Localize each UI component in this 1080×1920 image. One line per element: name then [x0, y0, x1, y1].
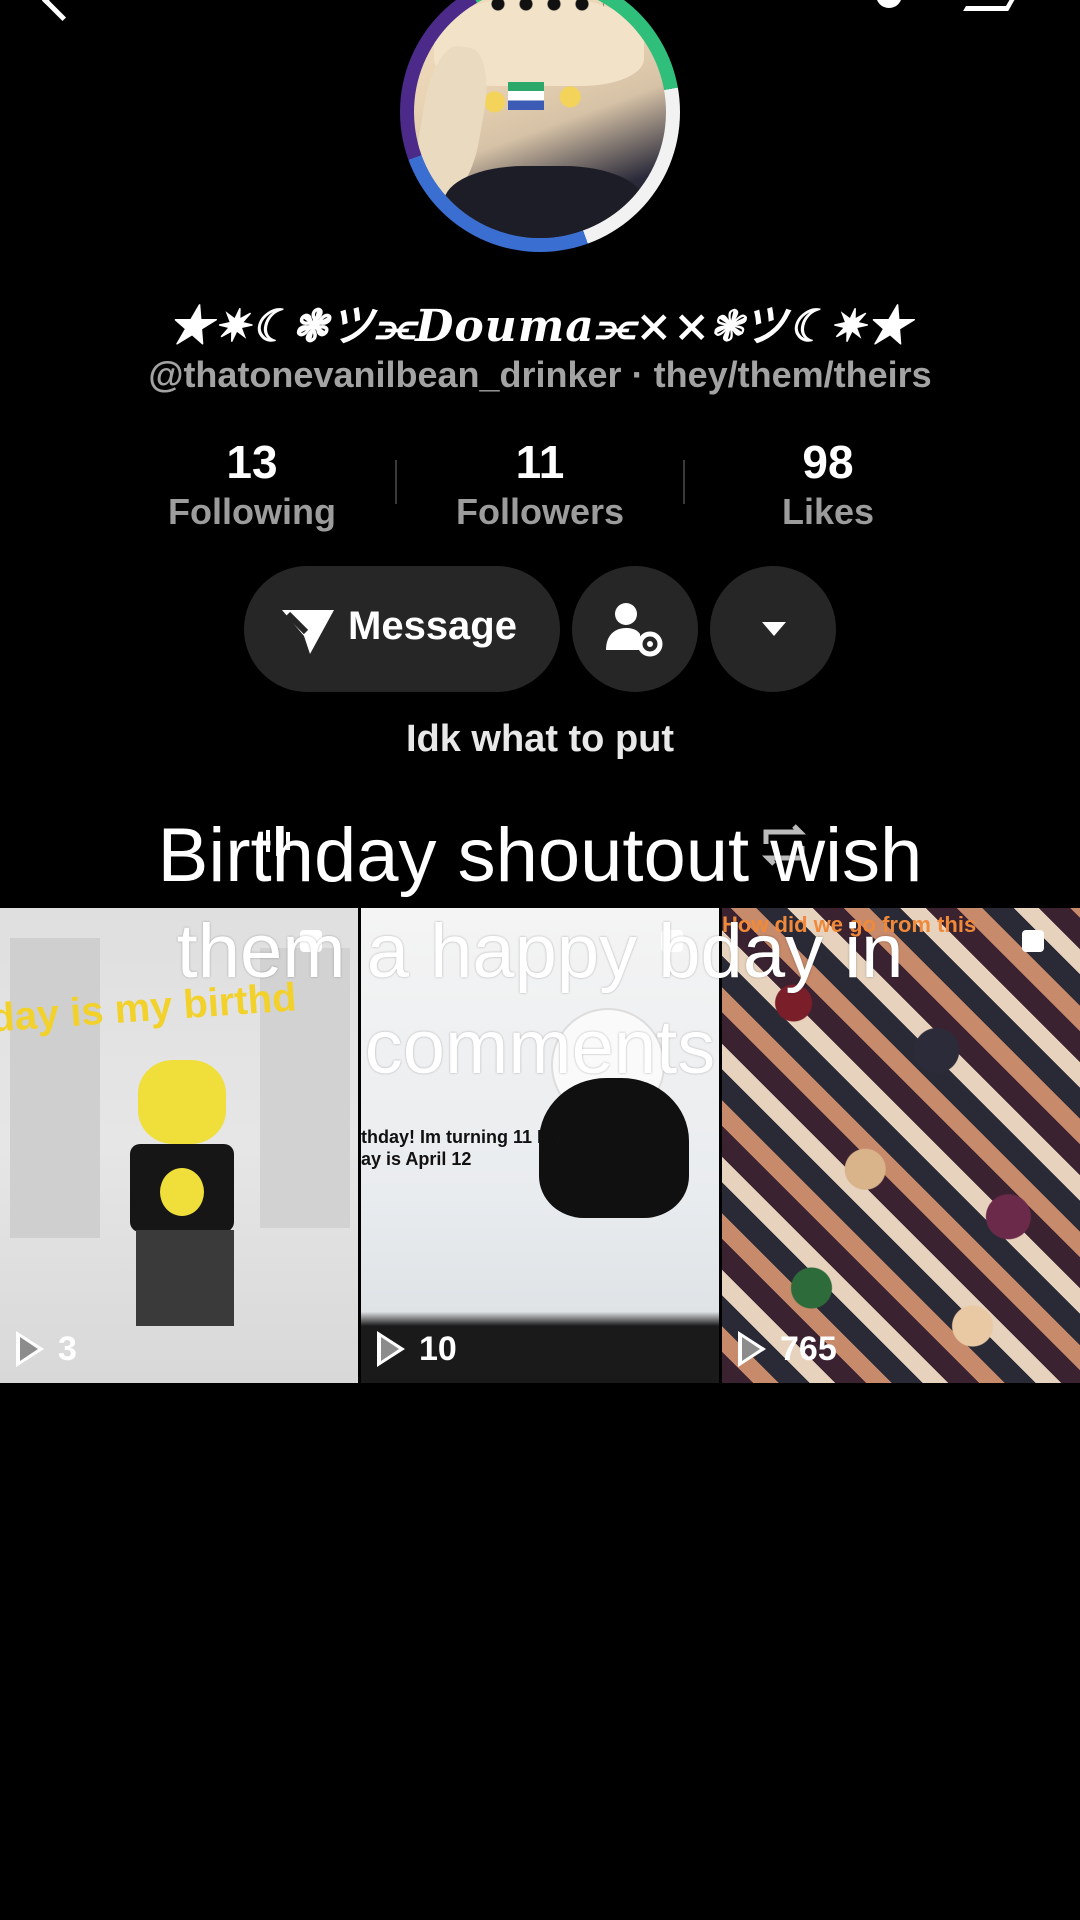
pride-flag-icon	[508, 82, 544, 110]
share-icon[interactable]	[963, 0, 1018, 11]
view-count: 3	[16, 1327, 77, 1371]
stat-value: 13	[226, 436, 278, 488]
avatar-image	[414, 0, 666, 238]
message-button[interactable]: Message	[244, 566, 560, 692]
username-handle: @thatonevanilbean_drinker	[148, 354, 622, 395]
view-count: 10	[377, 1327, 457, 1371]
stat-label: Likes	[781, 491, 875, 532]
stat-value: 11	[515, 436, 565, 488]
caret-down-icon	[762, 622, 786, 636]
overlay-caption: Birthday shoutout wish them a happy bday…	[157, 813, 923, 1090]
message-button-label: Message	[348, 604, 517, 648]
bio: Idk what to put	[405, 718, 675, 760]
view-count-value: 3	[58, 1329, 77, 1368]
back-arrow-icon[interactable]	[41, 0, 84, 22]
play-icon	[377, 1331, 405, 1367]
bell-icon[interactable]	[876, 0, 902, 8]
view-count-value: 765	[780, 1329, 837, 1368]
stat-likes[interactable]: 98 Likes	[684, 436, 972, 536]
person-gear-icon	[606, 603, 663, 657]
stat-value: 98	[802, 436, 854, 488]
profile-page: ★✷☾❃ツ⫘Douma⫘××❃ツ☾✷★ @thatonevanilbean_dr…	[0, 0, 1080, 1920]
pin-icon	[1022, 930, 1044, 952]
stat-label: Following	[168, 491, 336, 532]
stat-label: Followers	[455, 491, 625, 532]
pronouns: · they/them/theirs	[631, 354, 932, 395]
avatar[interactable]	[400, 0, 680, 252]
stats-bar: 13 Following 11 Followers 98 Likes	[0, 436, 1080, 536]
play-icon	[16, 1331, 44, 1367]
stat-followers[interactable]: 11 Followers	[396, 436, 684, 536]
view-count: 765	[738, 1327, 837, 1371]
profile-actions: Message	[0, 566, 1080, 692]
play-icon	[738, 1331, 766, 1367]
send-icon	[282, 610, 334, 654]
thumbnail-caption: thday! Im turning 11 My ay is April 12	[361, 1127, 563, 1169]
more-options-button[interactable]	[710, 566, 836, 692]
view-count-value: 10	[419, 1329, 457, 1368]
display-name: ★✷☾❃ツ⫘Douma⫘××❃ツ☾✷★	[168, 301, 912, 352]
stat-following[interactable]: 13 Following	[108, 436, 396, 536]
friend-settings-button[interactable]	[572, 566, 698, 692]
handle-row: @thatonevanilbean_drinker · they/them/th…	[0, 354, 1080, 396]
